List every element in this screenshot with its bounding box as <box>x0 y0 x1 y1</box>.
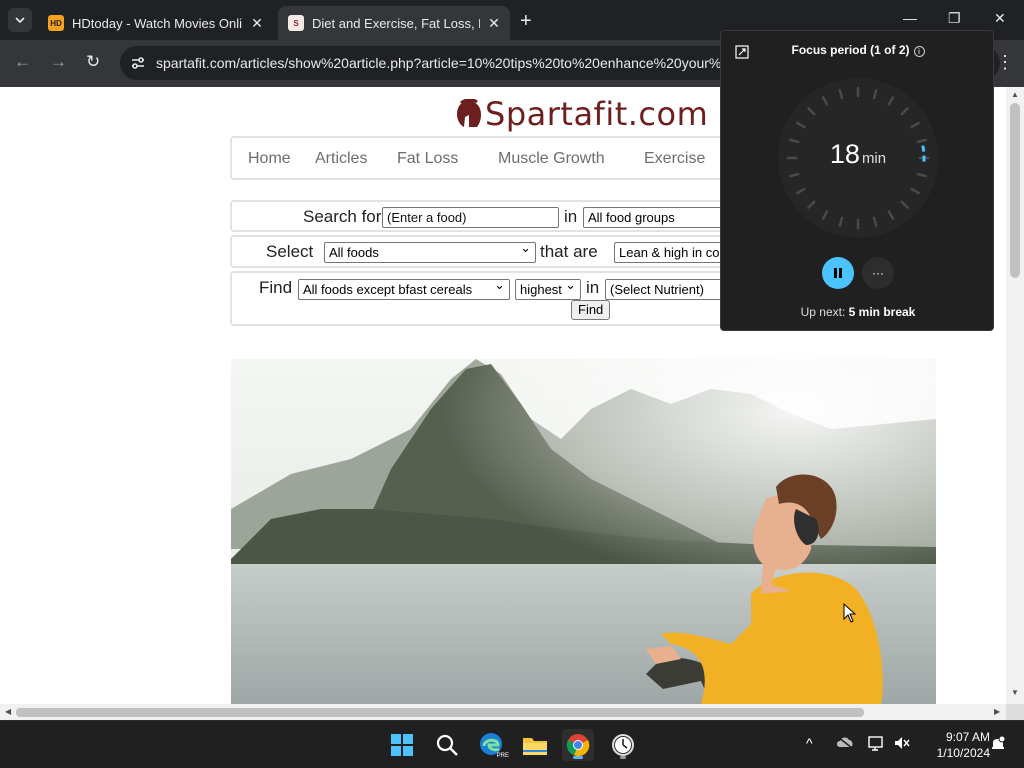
close-icon[interactable]: ✕ <box>488 15 500 32</box>
nutrient-find-row: Find All foods except bfast cereals high… <box>230 271 745 326</box>
mouse-cursor-icon <box>843 603 857 623</box>
find-foods-select[interactable]: All foods except bfast cereals <box>298 279 510 300</box>
scrollbar-corner <box>1006 704 1024 720</box>
up-next-value: 5 min break <box>848 305 916 319</box>
notification-bell-icon[interactable] <box>990 735 1006 754</box>
focus-session-widget: Focus period (1 of 2) i 18 min ··· Up next… <box>720 30 994 331</box>
back-arrow-icon[interactable]: ← <box>14 52 31 72</box>
site-settings-icon[interactable] <box>130 55 146 71</box>
start-windows-icon[interactable] <box>386 729 418 761</box>
url-text[interactable]: spartafit.com/articles/show%20article.ph… <box>156 55 726 71</box>
edge-pre-badge: PRE <box>495 753 510 759</box>
scroll-right-arrow-icon[interactable]: ▶ <box>994 707 1000 716</box>
order-select[interactable]: highest <box>515 279 581 300</box>
focus-title: Focus period (1 of 2) i <box>721 43 995 57</box>
more-options-button[interactable]: ··· <box>862 257 894 289</box>
spartan-helmet-icon <box>457 99 481 127</box>
taskbar-clock[interactable]: 9:07 AM 1/10/2024 <box>918 729 990 761</box>
in-label: in <box>564 207 578 226</box>
edge-browser-icon[interactable]: PRE <box>476 729 510 761</box>
timer-readout: 18 min <box>775 139 941 170</box>
clock-app-icon[interactable] <box>607 729 639 761</box>
that-are-label: that are <box>540 242 598 261</box>
chrome-browser-icon[interactable] <box>562 729 594 761</box>
file-explorer-icon[interactable] <box>519 729 551 761</box>
nav-articles[interactable]: Articles <box>315 150 367 168</box>
network-icon[interactable] <box>868 735 886 754</box>
active-app-indicator <box>573 756 583 759</box>
nav-home[interactable]: Home <box>248 150 291 168</box>
scroll-left-arrow-icon[interactable]: ◀ <box>5 707 11 716</box>
minimize-icon[interactable]: — <box>903 10 917 26</box>
focus-title-text: Focus period (1 of 2) <box>791 43 910 57</box>
up-next-label: Up next: <box>800 305 849 319</box>
site-nav: Home Articles Fat Loss Muscle Growth Exe… <box>230 136 730 180</box>
in-label: in <box>586 278 600 297</box>
windows-taskbar: PRE ^ 9:07 AM 1/10/2024 <box>0 720 1024 768</box>
foods-select[interactable]: All foods <box>324 242 536 263</box>
volume-muted-icon[interactable] <box>893 735 911 754</box>
vertical-scrollbar[interactable]: ▲ ▼ <box>1006 87 1024 704</box>
focus-timer-dial: 18 min <box>775 75 941 241</box>
food-select-row: Select All foods that are Lean & high in… <box>230 235 744 268</box>
food-search-input[interactable]: (Enter a food) <box>382 207 559 228</box>
nav-muscle-growth[interactable]: Muscle Growth <box>498 150 605 168</box>
chevron-down-icon <box>15 17 25 23</box>
tab-hdtoday[interactable]: HD HDtoday - Watch Movies Online ✕ <box>38 6 274 40</box>
tab-spartafit[interactable]: S Diet and Exercise, Fat Loss, Nutrition… <box>278 6 510 40</box>
timer-minutes: 18 <box>829 139 860 169</box>
onedrive-cloud-icon[interactable] <box>836 735 854 752</box>
clock-time: 9:07 AM <box>945 730 990 744</box>
site-logo[interactable]: Spartafit.com <box>455 95 708 133</box>
scroll-up-arrow-icon[interactable]: ▲ <box>1011 90 1019 99</box>
search-for-label: Search for <box>303 207 382 226</box>
article-hero-image <box>231 359 936 704</box>
restore-icon[interactable]: ❐ <box>948 10 961 27</box>
horizontal-scrollbar[interactable]: ◀ ▶ <box>0 704 1006 720</box>
url-host: spartafit.com <box>156 55 237 71</box>
horizontal-scroll-thumb[interactable] <box>16 708 864 717</box>
hdtoday-favicon-icon: HD <box>48 15 64 31</box>
reload-icon[interactable]: ↻ <box>86 52 100 72</box>
tab-search-button[interactable] <box>8 8 32 32</box>
menu-kebab-icon[interactable]: ⋮ <box>996 52 1014 73</box>
new-tab-plus-icon[interactable]: + <box>520 10 532 33</box>
spartafit-favicon-icon: S <box>288 15 304 31</box>
food-group-select[interactable]: All food groups <box>583 207 743 228</box>
window-close-icon[interactable]: ✕ <box>994 10 1006 27</box>
timer-unit: min <box>861 150 887 167</box>
pause-button[interactable] <box>822 257 854 289</box>
pause-icon <box>834 268 842 278</box>
food-search-row: Search for (Enter a food) in All food gr… <box>230 200 743 232</box>
info-icon[interactable]: i <box>913 46 925 57</box>
show-hidden-icons-chevron-icon[interactable]: ^ <box>806 735 813 751</box>
up-next-text: Up next: 5 min break <box>721 305 995 319</box>
select-label: Select <box>266 242 314 261</box>
close-icon[interactable]: ✕ <box>250 15 264 32</box>
find-button[interactable]: Find <box>571 300 611 320</box>
logo-text: Spartafit.com <box>485 95 709 133</box>
vertical-scroll-thumb[interactable] <box>1010 103 1020 278</box>
tab-title: Diet and Exercise, Fat Loss, Nutrition <box>312 15 480 31</box>
forward-arrow-icon[interactable]: → <box>50 52 67 72</box>
nav-fat-loss[interactable]: Fat Loss <box>397 150 458 168</box>
url-path: /articles/show%20article.php?article=10%… <box>236 55 726 71</box>
find-label: Find <box>259 278 293 297</box>
nav-exercise[interactable]: Exercise <box>644 150 705 168</box>
running-app-indicator <box>620 756 626 759</box>
tab-title: HDtoday - Watch Movies Online <box>72 15 242 31</box>
scroll-down-arrow-icon[interactable]: ▼ <box>1011 688 1019 697</box>
search-icon[interactable] <box>431 729 463 761</box>
clock-date: 1/10/2024 <box>936 746 990 760</box>
